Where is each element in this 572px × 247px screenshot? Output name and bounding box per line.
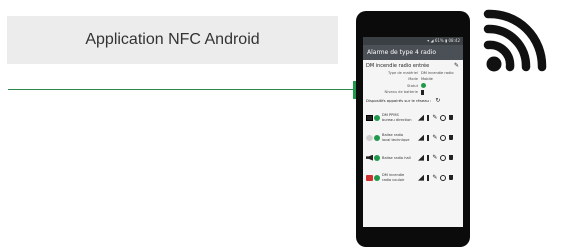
battery-icon [421, 89, 424, 95]
locate-icon[interactable] [440, 174, 447, 181]
caption-text: Application NFC Android [85, 31, 260, 48]
status-text: ▾ ◢ 61% ▮ 08:42 [427, 38, 460, 43]
paired-header: Dispositifs appairés sur le réseau : ↻ [363, 96, 463, 105]
edit-icon[interactable]: ✎ [454, 62, 459, 69]
list-item[interactable]: DM incendie radio couloir ✎ [363, 168, 463, 188]
row-actions: ✎ [418, 174, 454, 181]
status-ok-icon [374, 134, 380, 141]
attr-row-battery: Niveau de batterie [363, 89, 460, 95]
app-title: Alarme de type 4 radio [367, 49, 436, 56]
list-item[interactable]: Balise radio local technique ✎ [363, 128, 463, 148]
call-point-icon [366, 114, 373, 121]
status-ok-icon [374, 174, 380, 181]
edit-icon[interactable]: ✎ [432, 155, 437, 161]
signal-icon [418, 174, 424, 181]
list-item[interactable]: DM PPMS bureau direction ✎ [363, 108, 463, 128]
nfc-icon [483, 9, 547, 72]
delete-icon[interactable] [449, 155, 454, 161]
row-actions: ✎ [418, 154, 454, 161]
status-ok-icon [374, 114, 380, 121]
phone-screen: ▾ ◢ 61% ▮ 08:42 Alarme de type 4 radio D… [363, 37, 463, 227]
device-name: DM incendie radio entrée [366, 62, 430, 69]
device-label: Balise radio hall [382, 155, 411, 160]
connector-line [8, 89, 358, 90]
delete-icon[interactable] [449, 175, 454, 181]
locate-icon[interactable] [440, 134, 447, 141]
refresh-icon[interactable]: ↻ [435, 97, 440, 104]
edit-icon[interactable]: ✎ [432, 175, 437, 181]
paired-label: Dispositifs appairés sur le réseau : [366, 97, 432, 103]
status-ok-icon [374, 154, 380, 161]
signal-icon [418, 154, 424, 161]
device-label: Balise radio local technique [382, 133, 410, 142]
beacon-icon [366, 134, 373, 141]
signal-icon [418, 114, 424, 121]
locate-icon[interactable] [440, 114, 447, 121]
status-ok-icon [421, 83, 426, 89]
phone-device: ▾ ◢ 61% ▮ 08:42 Alarme de type 4 radio D… [356, 11, 470, 247]
list-item[interactable]: Balise radio hall ✎ [363, 148, 463, 168]
device-label: DM PPMS bureau direction [382, 113, 412, 122]
row-actions: ✎ [418, 114, 454, 121]
attr-label: Niveau de batterie [384, 90, 418, 95]
delete-icon[interactable] [449, 135, 454, 141]
battery-icon [427, 154, 430, 161]
device-header: DM incendie radio entrée ✎ [363, 60, 463, 69]
caption-box: Application NFC Android [7, 16, 338, 64]
device-list: DM PPMS bureau direction ✎ Balise radio … [363, 105, 463, 188]
app-bar: Alarme de type 4 radio [363, 45, 463, 60]
call-point-icon [366, 174, 373, 181]
edit-icon[interactable]: ✎ [432, 135, 437, 141]
edit-icon[interactable]: ✎ [432, 115, 437, 121]
locate-icon[interactable] [440, 154, 447, 161]
battery-icon [427, 114, 430, 121]
speaker-icon [366, 154, 373, 161]
attribute-list: Type de matériel DM incendie radio Mode Mo… [363, 69, 463, 96]
device-label: DM incendie radio couloir [382, 173, 405, 182]
signal-icon [418, 134, 424, 141]
battery-icon [427, 174, 430, 181]
delete-icon[interactable] [449, 115, 454, 121]
row-actions: ✎ [418, 134, 454, 141]
status-bar: ▾ ◢ 61% ▮ 08:42 [363, 37, 463, 45]
battery-icon [427, 134, 430, 141]
